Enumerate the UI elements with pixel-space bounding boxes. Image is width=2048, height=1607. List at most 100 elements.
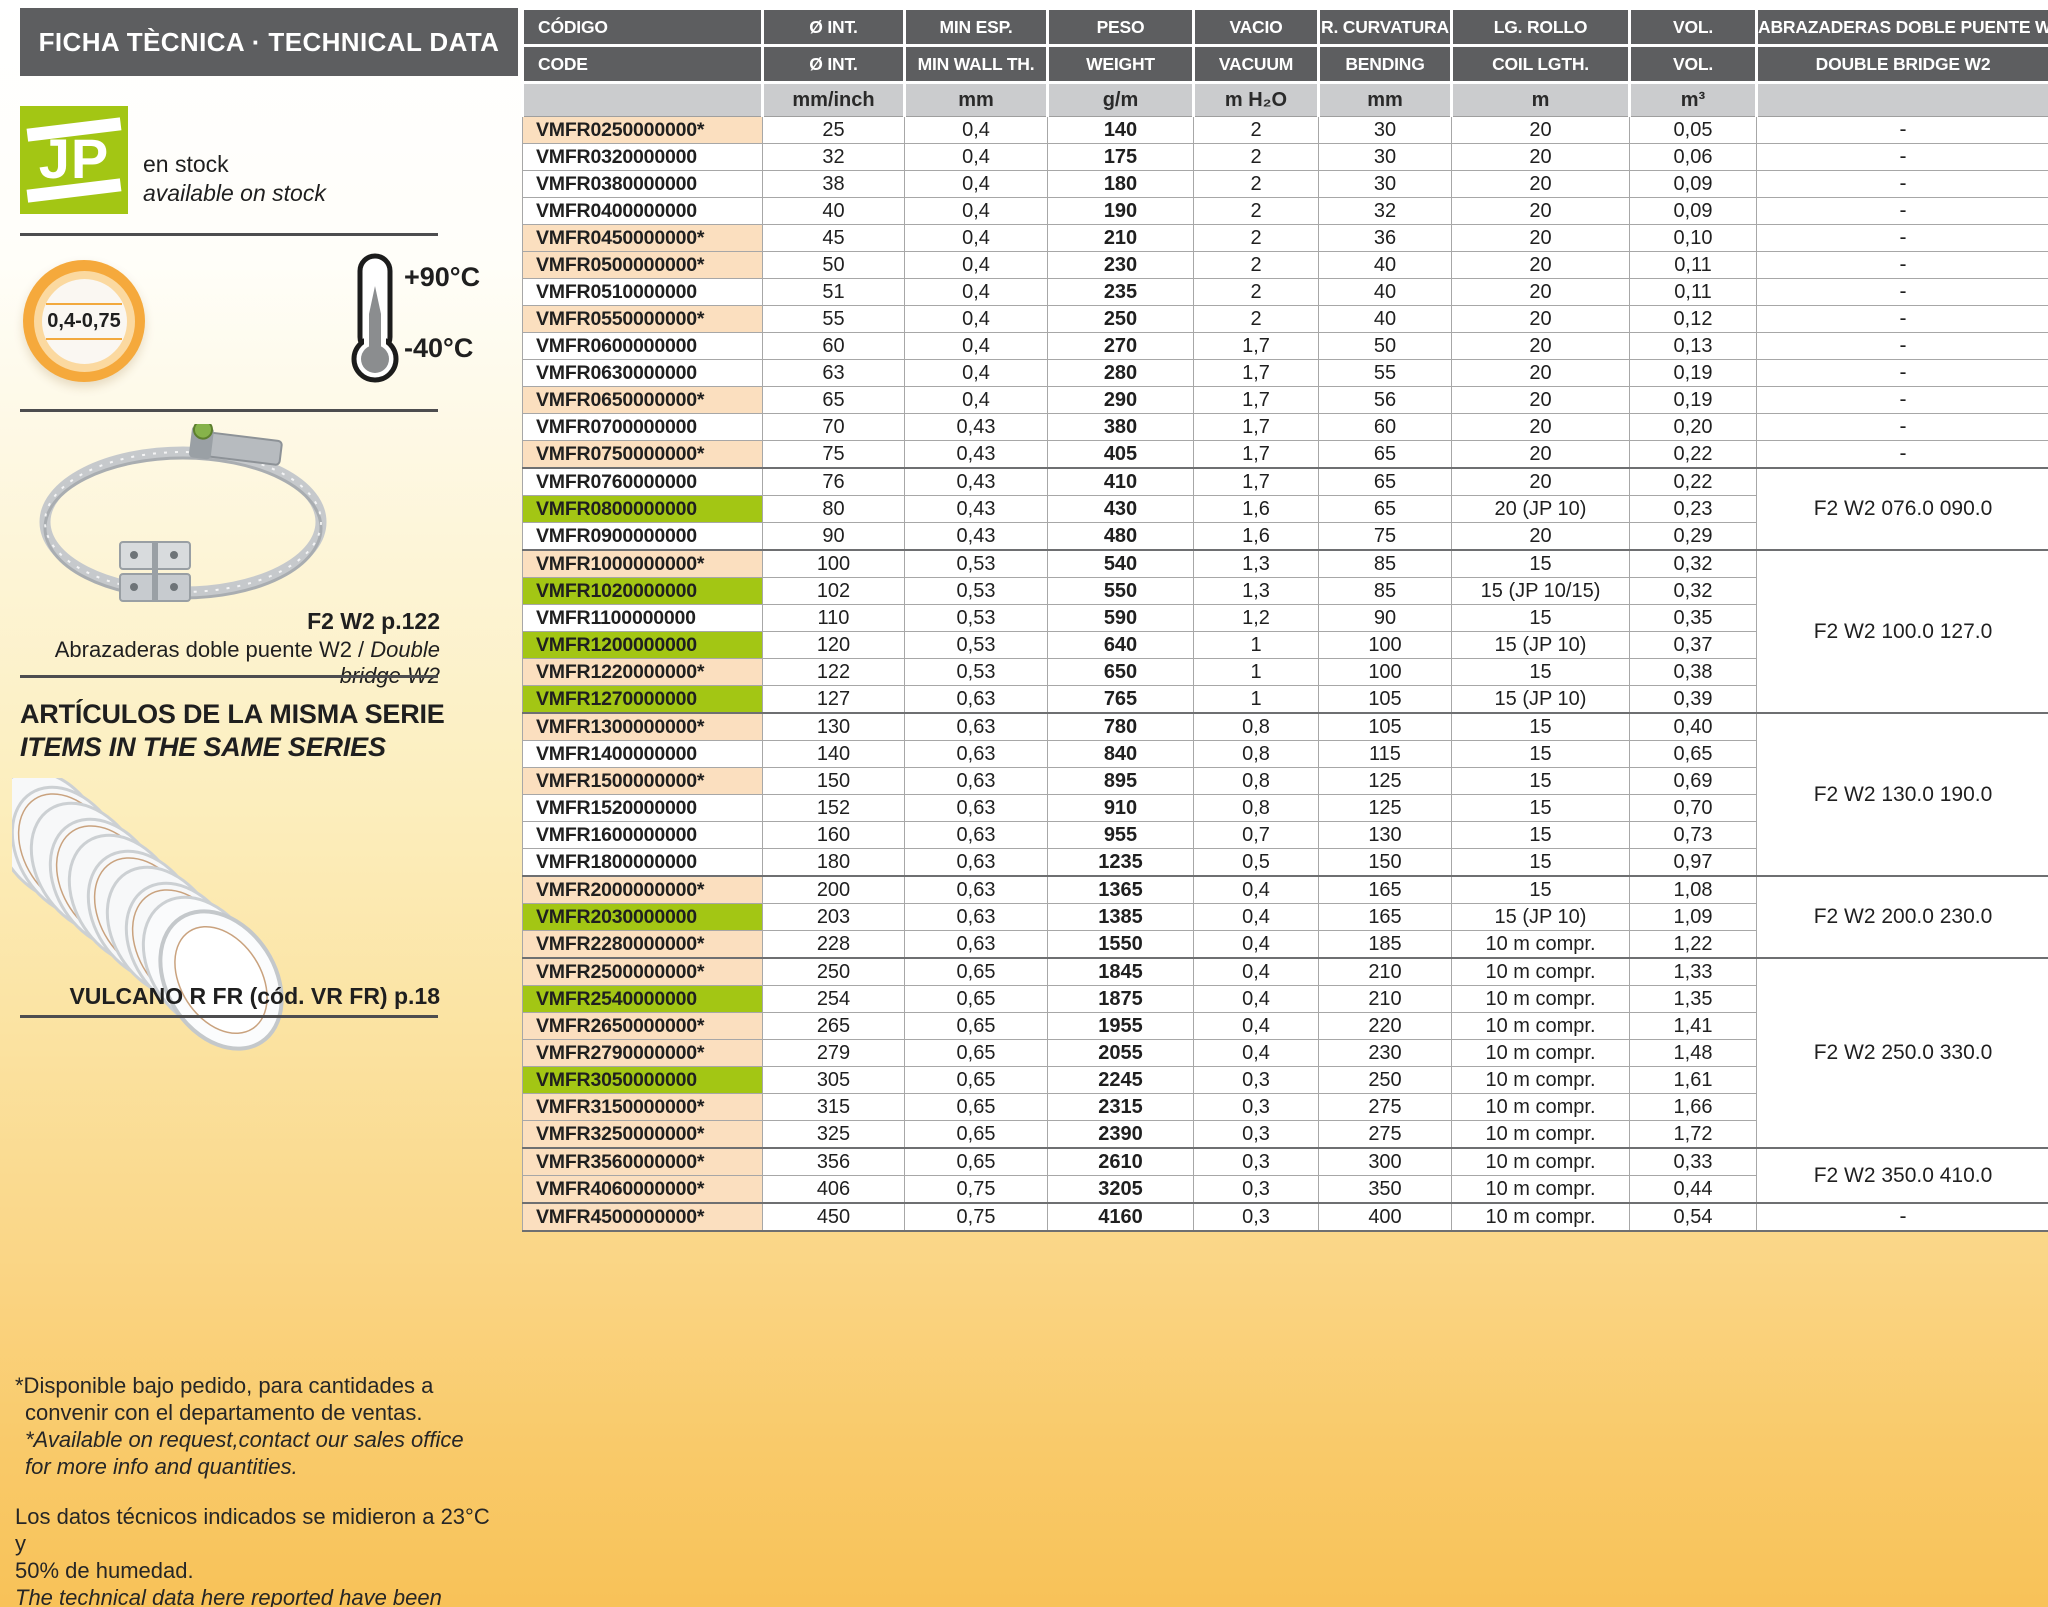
product-code-cell: VMFR0700000000	[523, 414, 763, 441]
inner-diameter-cell: 75	[763, 441, 905, 469]
volume-cell: 0,40	[1630, 713, 1757, 741]
inner-diameter-cell: 110	[763, 605, 905, 632]
volume-cell: 1,72	[1630, 1121, 1757, 1149]
vacuum-cell: 0,4	[1194, 876, 1319, 904]
volume-cell: 0,19	[1630, 360, 1757, 387]
min-wall-cell: 0,53	[905, 578, 1048, 605]
clamp-bridge-cell: -	[1757, 198, 2048, 225]
inner-diameter-cell: 32	[763, 144, 905, 171]
weight-cell: 1365	[1048, 876, 1194, 904]
product-code-cell: VMFR1520000000	[523, 795, 763, 822]
coil-length-cell: 10 m compr.	[1452, 1176, 1630, 1204]
volume-cell: 0,38	[1630, 659, 1757, 686]
coil-length-cell: 10 m compr.	[1452, 1148, 1630, 1176]
inner-diameter-cell: 25	[763, 117, 905, 144]
column-header: MIN ESP.	[905, 9, 1048, 46]
table-row: VMFR0500000000*500,4230240200,11-	[523, 252, 2048, 279]
inner-diameter-cell: 55	[763, 306, 905, 333]
product-code-cell: VMFR3560000000*	[523, 1148, 763, 1176]
coil-length-cell: 15	[1452, 876, 1630, 904]
weight-cell: 230	[1048, 252, 1194, 279]
volume-cell: 0,05	[1630, 117, 1757, 144]
volume-cell: 0,37	[1630, 632, 1757, 659]
product-code-cell: VMFR0630000000	[523, 360, 763, 387]
table-row: VMFR0400000000400,4190232200,09-	[523, 198, 2048, 225]
vacuum-cell: 1,7	[1194, 333, 1319, 360]
vacuum-cell: 0,4	[1194, 958, 1319, 986]
volume-cell: 1,41	[1630, 1013, 1757, 1040]
clamp-bridge-cell: F2 W2 250.0 330.0	[1757, 958, 2048, 1148]
volume-cell: 0,39	[1630, 686, 1757, 714]
coil-length-cell: 15 (JP 10)	[1452, 904, 1630, 931]
clamp-caption: Abrazaderas doble puente W2 / Double bri…	[20, 637, 440, 689]
product-code-cell: VMFR3250000000*	[523, 1121, 763, 1149]
inner-diameter-cell: 160	[763, 822, 905, 849]
vacuum-cell: 1,2	[1194, 605, 1319, 632]
vacuum-cell: 0,3	[1194, 1203, 1319, 1231]
vacuum-cell: 1,7	[1194, 360, 1319, 387]
clamp-bridge-cell: -	[1757, 360, 2048, 387]
footnote-line: *Available on request,contact our sales …	[15, 1426, 495, 1453]
coil-length-cell: 15	[1452, 713, 1630, 741]
footnote-line: for more info and quantities.	[15, 1453, 495, 1480]
product-code-cell: VMFR0450000000*	[523, 225, 763, 252]
bending-radius-cell: 65	[1319, 496, 1452, 523]
table-row: VMFR2500000000*2500,6518450,421010 m com…	[523, 958, 2048, 986]
product-code-cell: VMFR0800000000	[523, 496, 763, 523]
bending-radius-cell: 400	[1319, 1203, 1452, 1231]
inner-diameter-cell: 127	[763, 686, 905, 714]
vacuum-cell: 0,8	[1194, 795, 1319, 822]
coil-length-cell: 15	[1452, 849, 1630, 877]
bending-radius-cell: 130	[1319, 822, 1452, 849]
vacuum-cell: 1	[1194, 632, 1319, 659]
weight-cell: 910	[1048, 795, 1194, 822]
bending-radius-cell: 40	[1319, 252, 1452, 279]
divider	[20, 1015, 438, 1018]
clamp-bridge-cell: -	[1757, 279, 2048, 306]
vacuum-cell: 2	[1194, 279, 1319, 306]
inner-diameter-cell: 152	[763, 795, 905, 822]
volume-cell: 0,20	[1630, 414, 1757, 441]
weight-cell: 280	[1048, 360, 1194, 387]
bending-radius-cell: 105	[1319, 713, 1452, 741]
weight-cell: 2055	[1048, 1040, 1194, 1067]
min-wall-cell: 0,43	[905, 441, 1048, 469]
clamp-bridge-cell: F2 W2 130.0 190.0	[1757, 713, 2048, 876]
bending-radius-cell: 210	[1319, 986, 1452, 1013]
coil-length-cell: 10 m compr.	[1452, 1067, 1630, 1094]
column-header: BENDING	[1319, 46, 1452, 83]
datasheet-page: FICHA TÈCNICA · TECHNICAL DATA JP en sto…	[0, 0, 2048, 1607]
inner-diameter-cell: 325	[763, 1121, 905, 1149]
weight-cell: 235	[1048, 279, 1194, 306]
min-wall-cell: 0,65	[905, 986, 1048, 1013]
unit-cell: m³	[1630, 83, 1757, 117]
thermometer-icon	[350, 252, 400, 386]
volume-cell: 0,73	[1630, 822, 1757, 849]
volume-cell: 0,12	[1630, 306, 1757, 333]
product-code-cell: VMFR0320000000	[523, 144, 763, 171]
footnotes: *Disponible bajo pedido, para cantidades…	[15, 1372, 495, 1607]
column-header: VACIO	[1194, 9, 1319, 46]
vacuum-cell: 0,4	[1194, 986, 1319, 1013]
bending-radius-cell: 220	[1319, 1013, 1452, 1040]
table-row: VMFR1300000000*1300,637800,8105150,40F2 …	[523, 713, 2048, 741]
min-wall-cell: 0,4	[905, 306, 1048, 333]
weight-cell: 250	[1048, 306, 1194, 333]
bending-radius-cell: 250	[1319, 1067, 1452, 1094]
bending-radius-cell: 60	[1319, 414, 1452, 441]
volume-cell: 0,69	[1630, 768, 1757, 795]
coil-length-cell: 15 (JP 10/15)	[1452, 578, 1630, 605]
min-wall-cell: 0,63	[905, 849, 1048, 877]
min-wall-cell: 0,63	[905, 931, 1048, 959]
vacuum-cell: 0,5	[1194, 849, 1319, 877]
stock-note-en: available on stock	[143, 179, 326, 208]
table-row: VMFR0380000000380,4180230200,09-	[523, 171, 2048, 198]
column-header: LG. ROLLO	[1452, 9, 1630, 46]
vacuum-cell: 0,8	[1194, 713, 1319, 741]
clamp-bridge-cell: -	[1757, 1203, 2048, 1231]
stock-note-es: en stock	[143, 150, 326, 179]
inner-diameter-cell: 356	[763, 1148, 905, 1176]
inner-diameter-cell: 406	[763, 1176, 905, 1204]
bending-radius-cell: 65	[1319, 468, 1452, 496]
inner-diameter-cell: 122	[763, 659, 905, 686]
